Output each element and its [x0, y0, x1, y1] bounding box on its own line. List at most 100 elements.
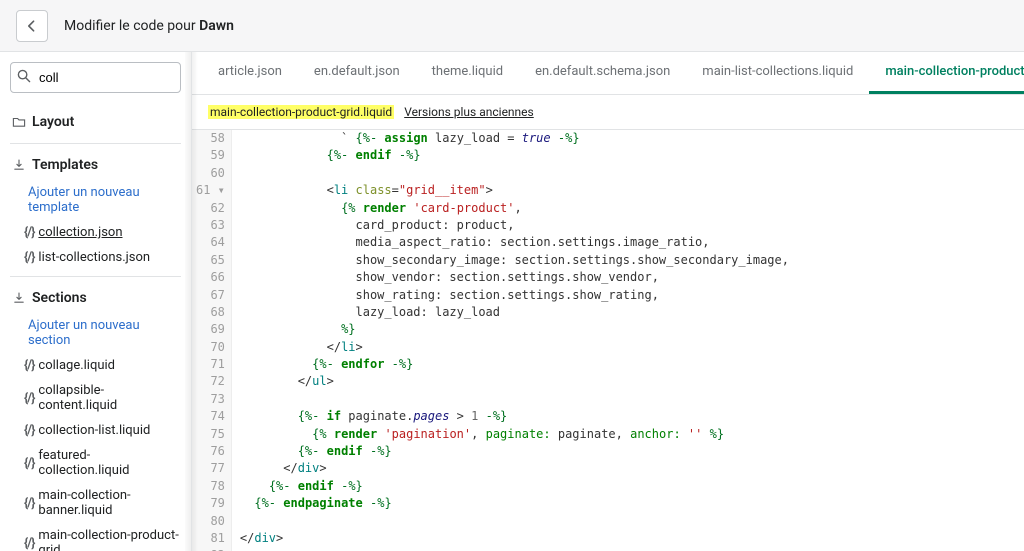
line-number: 63 — [192, 217, 231, 234]
code-content: {% render 'pagination', paginate: pagina… — [231, 426, 1024, 443]
back-button[interactable] — [16, 10, 48, 42]
line-number: 58 — [192, 130, 231, 147]
code-line[interactable]: 59 {%- endif -%} — [192, 147, 1024, 164]
section-header-sections[interactable]: Sections — [10, 283, 181, 313]
versions-link[interactable]: Versions plus anciennes — [404, 105, 534, 119]
code-content: {%- endif -%} — [231, 478, 1024, 495]
code-line[interactable]: 76 {%- endif -%} — [192, 443, 1024, 460]
code-line[interactable]: 72 </ul> — [192, 373, 1024, 390]
file-item[interactable]: {/} main-collection-banner.liquid — [10, 483, 181, 523]
line-number: 71 — [192, 356, 231, 373]
app-header: Modifier le code pour Dawn — [0, 0, 1024, 52]
section-header-templates[interactable]: Templates — [10, 150, 181, 180]
code-line[interactable]: 82 — [192, 547, 1024, 551]
search-icon — [17, 69, 31, 87]
code-line[interactable]: 75 {% render 'pagination', paginate: pag… — [192, 426, 1024, 443]
code-line[interactable]: 64 media_aspect_ratio: section.settings.… — [192, 234, 1024, 251]
code-content: {%- if paginate.pages > 1 -%} — [231, 408, 1024, 425]
code-line[interactable]: 60 — [192, 165, 1024, 182]
file-item[interactable]: {/} main-collection-product-grid — [10, 523, 181, 551]
file-label: collage.liquid — [38, 358, 115, 373]
code-content: </div> — [231, 460, 1024, 477]
liquid-icon: {/} — [24, 536, 34, 551]
editor-tab[interactable]: theme.liquid — [416, 52, 519, 94]
file-item[interactable]: {/} list-collections.json — [10, 245, 181, 270]
liquid-icon: {/} — [24, 456, 34, 471]
line-number: 70 — [192, 339, 231, 356]
file-item[interactable]: {/}collection.json — [10, 220, 181, 245]
code-line[interactable]: 74 {%- if paginate.pages > 1 -%} — [192, 408, 1024, 425]
code-content: </ul> — [231, 373, 1024, 390]
editor-tab[interactable]: article.json — [202, 52, 298, 94]
code-content: ` {%- assign lazy_load = true -%} — [231, 130, 1024, 147]
code-line[interactable]: 69 %} — [192, 321, 1024, 338]
editor-tabs: article.json en.default.json theme.liquide… — [192, 52, 1024, 95]
file-label: featured-collection.liquid — [38, 448, 181, 478]
code-content: {%- endif -%} — [231, 147, 1024, 164]
code-content — [231, 165, 1024, 182]
editor-tab[interactable]: main-collection-product-grid.liquid — [869, 52, 1024, 94]
line-number: 68 — [192, 304, 231, 321]
code-line[interactable]: 77 </div> — [192, 460, 1024, 477]
download-icon — [12, 158, 26, 172]
file-sidebar: Layout Templates Ajouter un nouveau temp… — [0, 52, 192, 551]
line-number: 66 — [192, 269, 231, 286]
editor-tab[interactable]: en.default.json — [298, 52, 416, 94]
file-label: list-collections.json — [38, 250, 150, 265]
code-line[interactable]: 65 show_secondary_image: section.setting… — [192, 252, 1024, 269]
editor-tab[interactable]: main-list-collections.liquid — [686, 52, 869, 94]
code-line[interactable]: 58 ` {%- assign lazy_load = true -%} — [192, 130, 1024, 147]
tab-label: en.default.json — [314, 64, 400, 79]
code-line[interactable]: 79 {%- endpaginate -%} — [192, 495, 1024, 512]
file-item[interactable]: {/}collage.liquid — [10, 353, 181, 378]
code-line[interactable]: 71 {%- endfor -%} — [192, 356, 1024, 373]
line-number: 77 — [192, 460, 231, 477]
search-wrap — [10, 62, 181, 93]
file-item[interactable]: {/} featured-collection.liquid — [10, 443, 181, 483]
line-number: 74 — [192, 408, 231, 425]
code-line[interactable]: 61 ▾ <li class="grid__item"> — [192, 182, 1024, 199]
liquid-icon: {/} — [24, 391, 34, 406]
code-content: card_product: product, — [231, 217, 1024, 234]
line-number: 59 — [192, 147, 231, 164]
editor-pane: article.json en.default.json theme.liquide… — [192, 52, 1024, 551]
code-line[interactable]: 80 — [192, 513, 1024, 530]
code-line[interactable]: 67 show_rating: section.settings.show_ra… — [192, 287, 1024, 304]
file-label: main-collection-banner.liquid — [38, 488, 181, 518]
file-label: collection.json — [38, 225, 122, 240]
code-line[interactable]: 81</div> — [192, 530, 1024, 547]
folder-icon — [12, 115, 26, 129]
add-section-link[interactable]: Ajouter un nouveau section — [10, 313, 181, 353]
line-number: 61 ▾ — [192, 182, 231, 199]
file-item[interactable]: {/}collapsible-content.liquid — [10, 378, 181, 418]
search-input[interactable] — [10, 62, 181, 93]
code-line[interactable]: 62 {% render 'card-product', — [192, 200, 1024, 217]
code-line[interactable]: 78 {%- endif -%} — [192, 478, 1024, 495]
add-template-link[interactable]: Ajouter un nouveau template — [10, 180, 181, 220]
breadcrumb-file: main-collection-product-grid.liquid — [208, 105, 394, 119]
code-line[interactable]: 68 lazy_load: lazy_load — [192, 304, 1024, 321]
code-content: show_vendor: section.settings.show_vendo… — [231, 269, 1024, 286]
file-item[interactable]: {/}collection-list.liquid — [10, 418, 181, 443]
line-number: 69 — [192, 321, 231, 338]
code-line[interactable]: 63 card_product: product, — [192, 217, 1024, 234]
arrow-left-icon — [24, 18, 40, 34]
file-label: main-collection-product-grid — [38, 528, 181, 551]
line-number: 64 — [192, 234, 231, 251]
line-number: 72 — [192, 373, 231, 390]
code-content: </div> — [231, 530, 1024, 547]
editor-tab[interactable]: en.default.schema.json — [519, 52, 686, 94]
code-content: %} — [231, 321, 1024, 338]
liquid-icon: {/} — [24, 250, 34, 265]
code-line[interactable]: 70 </li> — [192, 339, 1024, 356]
code-line[interactable]: 66 show_vendor: section.settings.show_ve… — [192, 269, 1024, 286]
line-number: 62 — [192, 200, 231, 217]
code-content: show_secondary_image: section.settings.s… — [231, 252, 1024, 269]
liquid-icon: {/} — [24, 496, 34, 511]
code-line[interactable]: 73 — [192, 391, 1024, 408]
section-header-layout[interactable]: Layout — [10, 107, 181, 137]
breadcrumb: main-collection-product-grid.liquid Vers… — [192, 95, 1024, 129]
file-label: collection-list.liquid — [38, 423, 150, 438]
code-content: </li> — [231, 339, 1024, 356]
code-editor[interactable]: 58 ` {%- assign lazy_load = true -%}59 {… — [192, 129, 1024, 551]
